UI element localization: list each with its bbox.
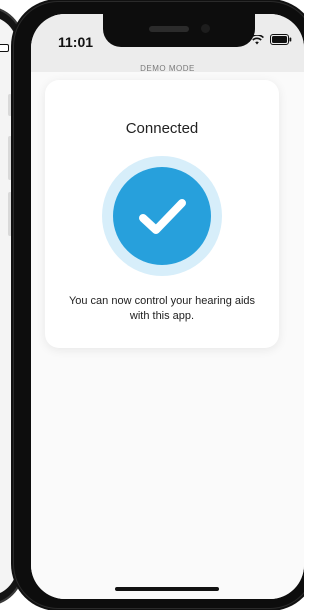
phone-screen: 11:01 DEMO MODE Connected You can now co… [31,14,304,599]
side-button [8,136,12,180]
main-content: Connected You can now control your heari… [31,72,304,599]
battery-icon [0,44,9,52]
success-badge [102,156,222,276]
speaker-grille [149,26,189,32]
phone-frame: 11:01 DEMO MODE Connected You can now co… [14,2,304,608]
connected-card: Connected You can now control your heari… [45,80,279,348]
success-circle [113,167,211,265]
camera-icon [201,24,210,33]
card-message: You can now control your hearing aids wi… [68,295,256,322]
demo-mode-banner: DEMO MODE [31,58,304,73]
home-indicator[interactable] [115,587,219,591]
stage: 11:01 DEMO MODE Connected You can now co… [0,0,304,610]
checkmark-icon [139,199,186,234]
battery-icon [270,34,292,45]
side-button [8,192,12,236]
status-time: 11:01 [58,34,94,50]
card-title: Connected [125,120,199,137]
side-button [8,94,12,116]
phone-notch [103,14,255,47]
